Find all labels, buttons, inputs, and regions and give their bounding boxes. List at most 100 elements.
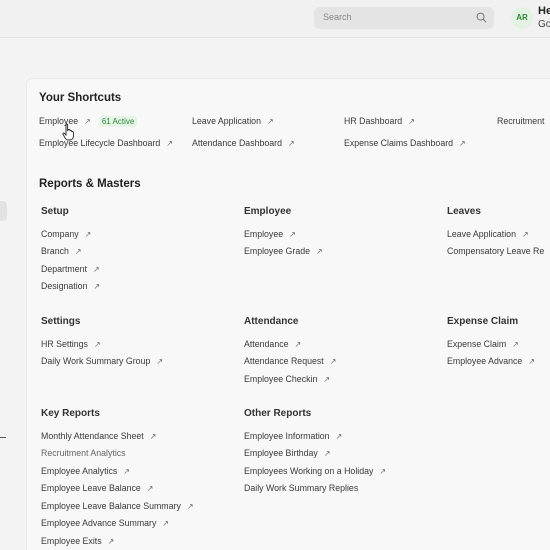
group-title-leaves: Leaves xyxy=(447,206,481,217)
link-designation[interactable]: Designation ↗ xyxy=(41,280,100,293)
link-employees-working-on-holiday[interactable]: Employees Working on a Holiday ↗ xyxy=(244,465,386,478)
shortcut-label: Attendance Dashboard xyxy=(192,138,282,148)
user-name: He xyxy=(538,5,550,17)
arrow-icon: ↗ xyxy=(107,537,115,546)
shortcut-recruitment[interactable]: Recruitment xyxy=(497,115,544,127)
arrow-icon: ↗ xyxy=(528,357,536,366)
arrow-icon: ↗ xyxy=(289,230,296,239)
link-label: Attendance xyxy=(244,339,289,349)
link-employee-exits[interactable]: Employee Exits ↗ xyxy=(41,535,114,548)
link-label: Recruitment Analytics xyxy=(41,448,126,458)
link-employee[interactable]: Employee ↗ xyxy=(244,228,296,241)
arrow-icon: ↗ xyxy=(84,117,91,126)
link-label: Designation xyxy=(41,281,88,291)
arrow-icon: ↗ xyxy=(186,502,194,511)
link-label: Monthly Attendance Sheet xyxy=(41,431,144,441)
arrow-icon: ↗ xyxy=(84,230,92,239)
link-label: Leave Application xyxy=(447,229,516,239)
avatar[interactable]: AR xyxy=(511,7,533,29)
arrow-icon: ↗ xyxy=(156,357,164,366)
link-hr-settings[interactable]: HR Settings ↗ xyxy=(41,338,101,351)
link-label: Expense Claim xyxy=(447,339,507,349)
link-employee-information[interactable]: Employee Information ↗ xyxy=(244,430,342,443)
arrow-icon: ↗ xyxy=(92,265,100,274)
link-branch[interactable]: Branch ↗ xyxy=(41,245,82,258)
arrow-icon: ↗ xyxy=(146,484,154,493)
link-department[interactable]: Department ↗ xyxy=(41,263,100,276)
link-compensatory-leave[interactable]: Compensatory Leave Re xyxy=(447,245,544,257)
link-monthly-attendance-sheet[interactable]: Monthly Attendance Sheet ↗ xyxy=(41,430,156,443)
group-title-settings: Settings xyxy=(41,316,81,327)
arrow-icon: ↗ xyxy=(316,247,323,256)
arrow-icon: ↗ xyxy=(266,117,274,126)
link-recruitment-analytics[interactable]: Recruitment Analytics xyxy=(41,447,126,459)
shortcut-employee-lifecycle-dashboard[interactable]: Employee Lifecycle Dashboard ↗ xyxy=(39,137,173,150)
link-expense-claim[interactable]: Expense Claim ↗ xyxy=(447,338,519,351)
user-subtitle: Go xyxy=(538,19,550,30)
shortcut-attendance-dashboard[interactable]: Attendance Dashboard ↗ xyxy=(192,137,295,150)
arrow-icon: ↗ xyxy=(93,282,101,291)
link-label: Employee Exits xyxy=(41,536,102,546)
link-daily-work-summary-replies[interactable]: Daily Work Summary Replies xyxy=(244,482,358,494)
shortcut-expense-claims-dashboard[interactable]: Expense Claims Dashboard ↗ xyxy=(344,137,466,150)
link-employee-grade[interactable]: Employee Grade ↗ xyxy=(244,245,323,258)
link-label: Employee xyxy=(244,229,284,239)
arrow-icon: ↗ xyxy=(123,467,130,476)
group-title-attendance: Attendance xyxy=(244,316,299,327)
group-title-employee: Employee xyxy=(244,206,292,217)
group-title-expense-claim: Expense Claim xyxy=(447,316,519,327)
arrow-icon: ↗ xyxy=(288,139,295,148)
arrow-icon: ↗ xyxy=(162,519,170,528)
arrow-icon: ↗ xyxy=(408,117,415,126)
arrow-icon: ↗ xyxy=(329,357,337,366)
sidebar-active-indicator xyxy=(0,201,7,221)
arrow-icon: ↗ xyxy=(335,432,343,441)
shortcut-label: Leave Application xyxy=(192,116,261,126)
link-label: Employee Advance Summary xyxy=(41,518,157,528)
shortcut-label: Recruitment xyxy=(497,116,545,126)
link-employee-leave-balance-summary[interactable]: Employee Leave Balance Summary ↗ xyxy=(41,500,194,513)
link-label: Employee Analytics xyxy=(41,466,118,476)
shortcut-employee[interactable]: Employee ↗ 61 Active xyxy=(39,115,138,128)
link-attendance-request[interactable]: Attendance Request ↗ xyxy=(244,355,336,368)
link-employee-leave-balance[interactable]: Employee Leave Balance ↗ xyxy=(41,482,153,495)
link-label: Daily Work Summary Replies xyxy=(244,483,359,493)
group-title-other-reports: Other Reports xyxy=(244,408,312,419)
link-employee-analytics[interactable]: Employee Analytics ↗ xyxy=(41,465,130,478)
sidebar-divider xyxy=(0,437,6,438)
link-label: Employee Leave Balance Summary xyxy=(41,501,181,511)
shortcut-hr-dashboard[interactable]: HR Dashboard ↗ xyxy=(344,115,415,128)
search-bar[interactable]: Search xyxy=(314,7,494,29)
link-company[interactable]: Company ↗ xyxy=(41,228,91,241)
link-attendance[interactable]: Attendance ↗ xyxy=(244,338,301,351)
link-employee-birthday[interactable]: Employee Birthday ↗ xyxy=(244,447,331,460)
link-label: Employee Advance xyxy=(447,356,523,366)
link-label: Employees Working on a Holiday xyxy=(244,466,374,476)
group-title-setup: Setup xyxy=(41,206,69,217)
shortcut-leave-application[interactable]: Leave Application ↗ xyxy=(192,115,274,128)
link-employee-checkin[interactable]: Employee Checkin ↗ xyxy=(244,373,330,386)
search-placeholder: Search xyxy=(323,12,352,22)
shortcut-label: Employee Lifecycle Dashboard xyxy=(39,138,161,148)
arrow-icon: ↗ xyxy=(149,432,157,441)
arrow-icon: ↗ xyxy=(521,230,529,239)
link-label: Company xyxy=(41,229,79,239)
shortcut-label: Expense Claims Dashboard xyxy=(344,138,454,148)
link-employee-advance[interactable]: Employee Advance ↗ xyxy=(447,355,535,368)
arrow-icon: ↗ xyxy=(166,139,173,148)
arrow-icon: ↗ xyxy=(294,340,302,349)
link-employee-advance-summary[interactable]: Employee Advance Summary ↗ xyxy=(41,517,169,530)
reports-title: Reports & Masters xyxy=(39,178,141,190)
top-navbar: Search AR He Go xyxy=(0,0,550,38)
arrow-icon: ↗ xyxy=(93,340,101,349)
link-daily-work-summary-group[interactable]: Daily Work Summary Group ↗ xyxy=(41,355,163,368)
link-label: Attendance Request xyxy=(244,356,324,366)
link-label: HR Settings xyxy=(41,339,88,349)
link-label: Employee Checkin xyxy=(244,374,318,384)
arrow-icon: ↗ xyxy=(74,247,82,256)
link-label: Department xyxy=(41,264,87,274)
arrow-icon: ↗ xyxy=(459,139,466,148)
link-label: Daily Work Summary Group xyxy=(41,356,151,366)
link-leave-application[interactable]: Leave Application ↗ xyxy=(447,228,529,241)
arrow-icon: ↗ xyxy=(379,467,387,476)
